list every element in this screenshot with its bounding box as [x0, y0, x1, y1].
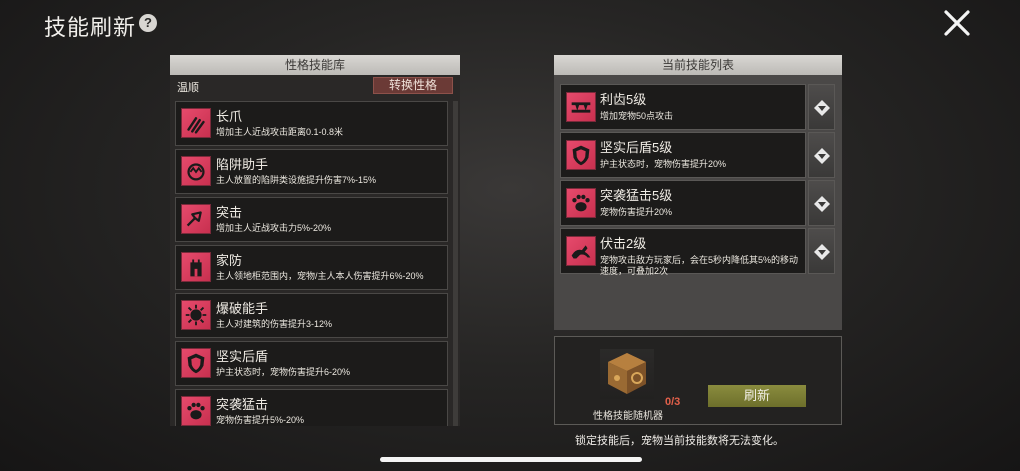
lock-toggle-icon	[814, 100, 830, 116]
skill-library-list: 长爪 增加主人近战攻击距离0.1-0.8米 陷阱助手 主人放置的陷阱类设施提升伤…	[175, 101, 448, 426]
skill-desc: 增加主人近战攻击距离0.1-0.8米	[216, 127, 344, 137]
lock-toggle-icon	[814, 196, 830, 212]
skill-desc: 主人放置的陷阱类设施提升伤害7%-15%	[216, 175, 377, 185]
tower-icon	[181, 252, 211, 282]
help-icon[interactable]: ?	[139, 14, 157, 32]
skill-name: 突袭猛击5级	[600, 188, 673, 203]
current-skills-panel: 当前技能列表 利齿5级 增加宠物50点攻击 坚实后盾5级 护主状态时，宠物伤害提…	[554, 55, 842, 330]
page-title: 技能刷新	[44, 15, 137, 40]
paw-icon	[181, 396, 211, 426]
ambush-icon	[566, 236, 596, 266]
trap-icon	[181, 156, 211, 186]
skill-desc: 宠物伤害提升5%-20%	[216, 415, 305, 425]
list-item[interactable]: 突袭猛击 宠物伤害提升5%-20%	[175, 389, 448, 426]
lock-skill-button[interactable]	[808, 180, 835, 226]
skill-name: 长爪	[216, 109, 243, 124]
skill-desc: 主人领地柜范围内，宠物/主人本人伤害提升6%-20%	[216, 271, 424, 281]
list-item[interactable]: 家防 主人领地柜范围内，宠物/主人本人伤害提升6%-20%	[175, 245, 448, 290]
current-skills-list: 利齿5级 增加宠物50点攻击 坚实后盾5级 护主状态时，宠物伤害提升20% 突袭…	[560, 84, 835, 276]
lock-skill-button[interactable]	[808, 132, 835, 178]
skill-name: 突袭猛击	[216, 397, 269, 412]
skill-name: 伏击2级	[600, 236, 647, 251]
skill-name: 利齿5级	[600, 92, 647, 107]
skill-desc: 护主状态时，宠物伤害提升20%	[600, 159, 727, 169]
skill-name: 陷阱助手	[216, 157, 269, 172]
personality-label: 温顺	[177, 82, 199, 94]
list-item[interactable]: 坚实后盾 护主状态时，宠物伤害提升6-20%	[175, 341, 448, 386]
change-personality-button[interactable]: 转换性格	[373, 77, 453, 94]
item-count: 0/3	[665, 396, 681, 408]
list-item[interactable]: 突击 增加主人近战攻击力5%-20%	[175, 197, 448, 242]
skill-name: 坚实后盾	[216, 349, 269, 364]
list-item[interactable]: 爆破能手 主人对建筑的伤害提升3-12%	[175, 293, 448, 338]
lock-toggle-icon	[814, 148, 830, 164]
skill-name: 家防	[216, 253, 243, 268]
current-skill-card[interactable]: 坚实后盾5级 护主状态时，宠物伤害提升20%	[560, 132, 806, 178]
randomizer-item[interactable]: 0/3	[600, 349, 680, 408]
refresh-panel: 0/3 性格技能随机器 刷新	[554, 336, 842, 425]
list-item[interactable]: 陷阱助手 主人放置的陷阱类设施提升伤害7%-15%	[175, 149, 448, 194]
lock-skill-button[interactable]	[808, 84, 835, 130]
skill-desc: 护主状态时，宠物伤害提升6-20%	[216, 367, 351, 377]
fang-icon	[566, 92, 596, 122]
skill-desc: 增加宠物50点攻击	[600, 111, 674, 121]
list-item[interactable]: 长爪 增加主人近战攻击距离0.1-0.8米	[175, 101, 448, 146]
close-icon[interactable]	[942, 8, 972, 38]
list-item: 坚实后盾5级 护主状态时，宠物伤害提升20%	[560, 132, 835, 178]
refresh-button[interactable]: 刷新	[708, 385, 806, 407]
skill-library-scrollbar[interactable]	[453, 101, 458, 426]
lock-toggle-icon	[814, 244, 830, 260]
lock-skill-button[interactable]	[808, 228, 835, 274]
list-item: 伏击2级 宠物攻击敌方玩家后，会在5秒内降低其5%的移动速度，可叠加2次	[560, 228, 835, 276]
skill-desc: 增加主人近战攻击力5%-20%	[216, 223, 332, 233]
lock-hint-text: 锁定技能后，宠物当前技能数将无法变化。	[575, 435, 784, 447]
home-indicator[interactable]	[380, 457, 642, 462]
skill-name: 坚实后盾5级	[600, 140, 673, 155]
skill-library-title: 性格技能库	[170, 55, 460, 75]
skill-desc: 主人对建筑的伤害提升3-12%	[216, 319, 333, 329]
shield-icon	[566, 140, 596, 170]
personality-row: 温顺 转换性格	[170, 75, 460, 97]
skill-desc: 宠物伤害提升20%	[600, 207, 673, 217]
skill-library-panel: 性格技能库 温顺 转换性格 长爪 增加主人近战攻击距离0.1-0.8米 陷阱助手…	[170, 55, 460, 426]
claw-icon	[181, 108, 211, 138]
current-skill-card[interactable]: 突袭猛击5级 宠物伤害提升20%	[560, 180, 806, 226]
current-skills-title: 当前技能列表	[554, 55, 842, 75]
cube-icon	[608, 353, 646, 394]
skill-name: 突击	[216, 205, 243, 220]
list-item: 突袭猛击5级 宠物伤害提升20%	[560, 180, 835, 226]
shield-icon	[181, 348, 211, 378]
skill-desc: 宠物攻击敌方玩家后，会在5秒内降低其5%的移动速度，可叠加2次	[600, 255, 799, 276]
paw-icon	[566, 188, 596, 218]
list-item: 利齿5级 增加宠物50点攻击	[560, 84, 835, 130]
item-label: 性格技能随机器	[593, 411, 663, 422]
skill-name: 爆破能手	[216, 301, 269, 316]
assault-icon	[181, 204, 211, 234]
explosion-icon	[181, 300, 211, 330]
current-skill-card[interactable]: 伏击2级 宠物攻击敌方玩家后，会在5秒内降低其5%的移动速度，可叠加2次	[560, 228, 806, 276]
current-skill-card[interactable]: 利齿5级 增加宠物50点攻击	[560, 84, 806, 130]
